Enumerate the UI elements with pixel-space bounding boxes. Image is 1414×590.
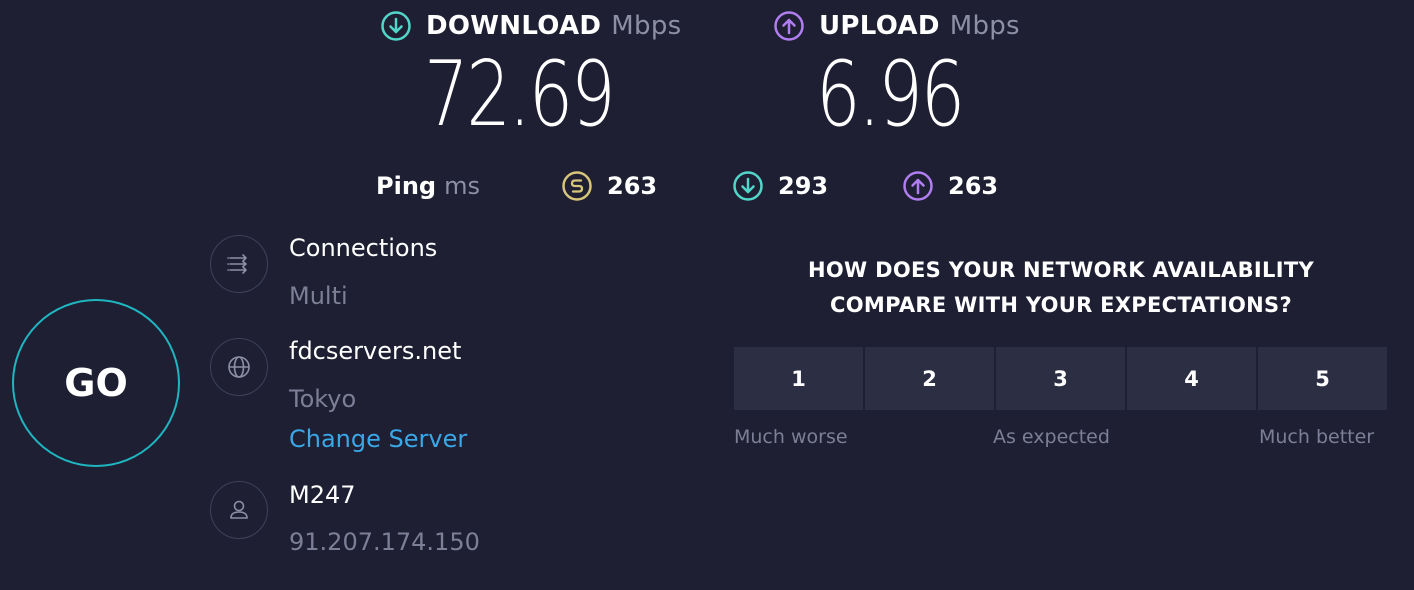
rating-option-4[interactable]: 4 xyxy=(1127,347,1256,410)
globe-icon xyxy=(228,356,250,378)
connections-icon-wrap[interactable] xyxy=(210,235,268,293)
upload-ping: 263 xyxy=(902,170,998,202)
download-label: DOWNLOAD xyxy=(426,11,602,41)
rating-scale: 1 2 3 4 5 xyxy=(734,347,1387,410)
connections-title: Connections xyxy=(289,234,438,262)
connections-mode: Multi xyxy=(289,282,348,310)
go-button[interactable]: GO xyxy=(12,299,180,467)
ip-address: 91.207.174.150 xyxy=(289,528,480,556)
download-unit: Mbps xyxy=(611,11,682,41)
upload-ping-value: 263 xyxy=(948,172,999,200)
rating-option-5[interactable]: 5 xyxy=(1258,347,1387,410)
server-name: fdcservers.net xyxy=(289,337,462,365)
idle-ping-icon xyxy=(562,171,592,201)
survey-question-line1: HOW DOES YOUR NETWORK AVAILABILITY xyxy=(808,258,1314,282)
download-ping-icon xyxy=(733,171,763,201)
idle-ping: 263 xyxy=(561,170,657,202)
scale-mid-label: As expected xyxy=(993,426,1110,448)
survey-question-line2: COMPARE WITH YOUR EXPECTATIONS? xyxy=(830,293,1292,317)
download-value: 72.69 xyxy=(424,42,616,147)
upload-label: UPLOAD xyxy=(819,11,940,41)
upload-unit: Mbps xyxy=(949,11,1020,41)
connections-arrows-icon xyxy=(227,254,247,274)
user-icon xyxy=(230,500,248,519)
ping-label: Ping ms xyxy=(376,172,480,200)
provider-icon-wrap xyxy=(210,481,268,539)
download-header: DOWNLOAD Mbps xyxy=(380,10,681,42)
survey-question: HOW DOES YOUR NETWORK AVAILABILITY COMPA… xyxy=(751,253,1371,323)
provider-name: M247 xyxy=(289,481,356,509)
upload-ping-icon xyxy=(903,171,933,201)
download-ping: 293 xyxy=(732,170,828,202)
idle-ping-value: 263 xyxy=(607,172,658,200)
rating-option-3[interactable]: 3 xyxy=(996,347,1125,410)
scale-low-label: Much worse xyxy=(734,426,848,448)
rating-option-2[interactable]: 2 xyxy=(865,347,994,410)
change-server-link[interactable]: Change Server xyxy=(289,425,467,453)
download-arrow-icon xyxy=(381,11,411,41)
rating-option-1[interactable]: 1 xyxy=(734,347,863,410)
upload-header: UPLOAD Mbps xyxy=(773,10,1020,42)
ping-label-text: Ping xyxy=(376,172,437,200)
download-ping-value: 293 xyxy=(778,172,829,200)
server-icon-wrap xyxy=(210,338,268,396)
scale-high-label: Much better xyxy=(1259,426,1375,448)
upload-arrow-icon xyxy=(774,11,804,41)
server-location: Tokyo xyxy=(289,385,357,413)
ping-unit: ms xyxy=(444,172,480,200)
upload-value: 6.96 xyxy=(816,42,965,147)
